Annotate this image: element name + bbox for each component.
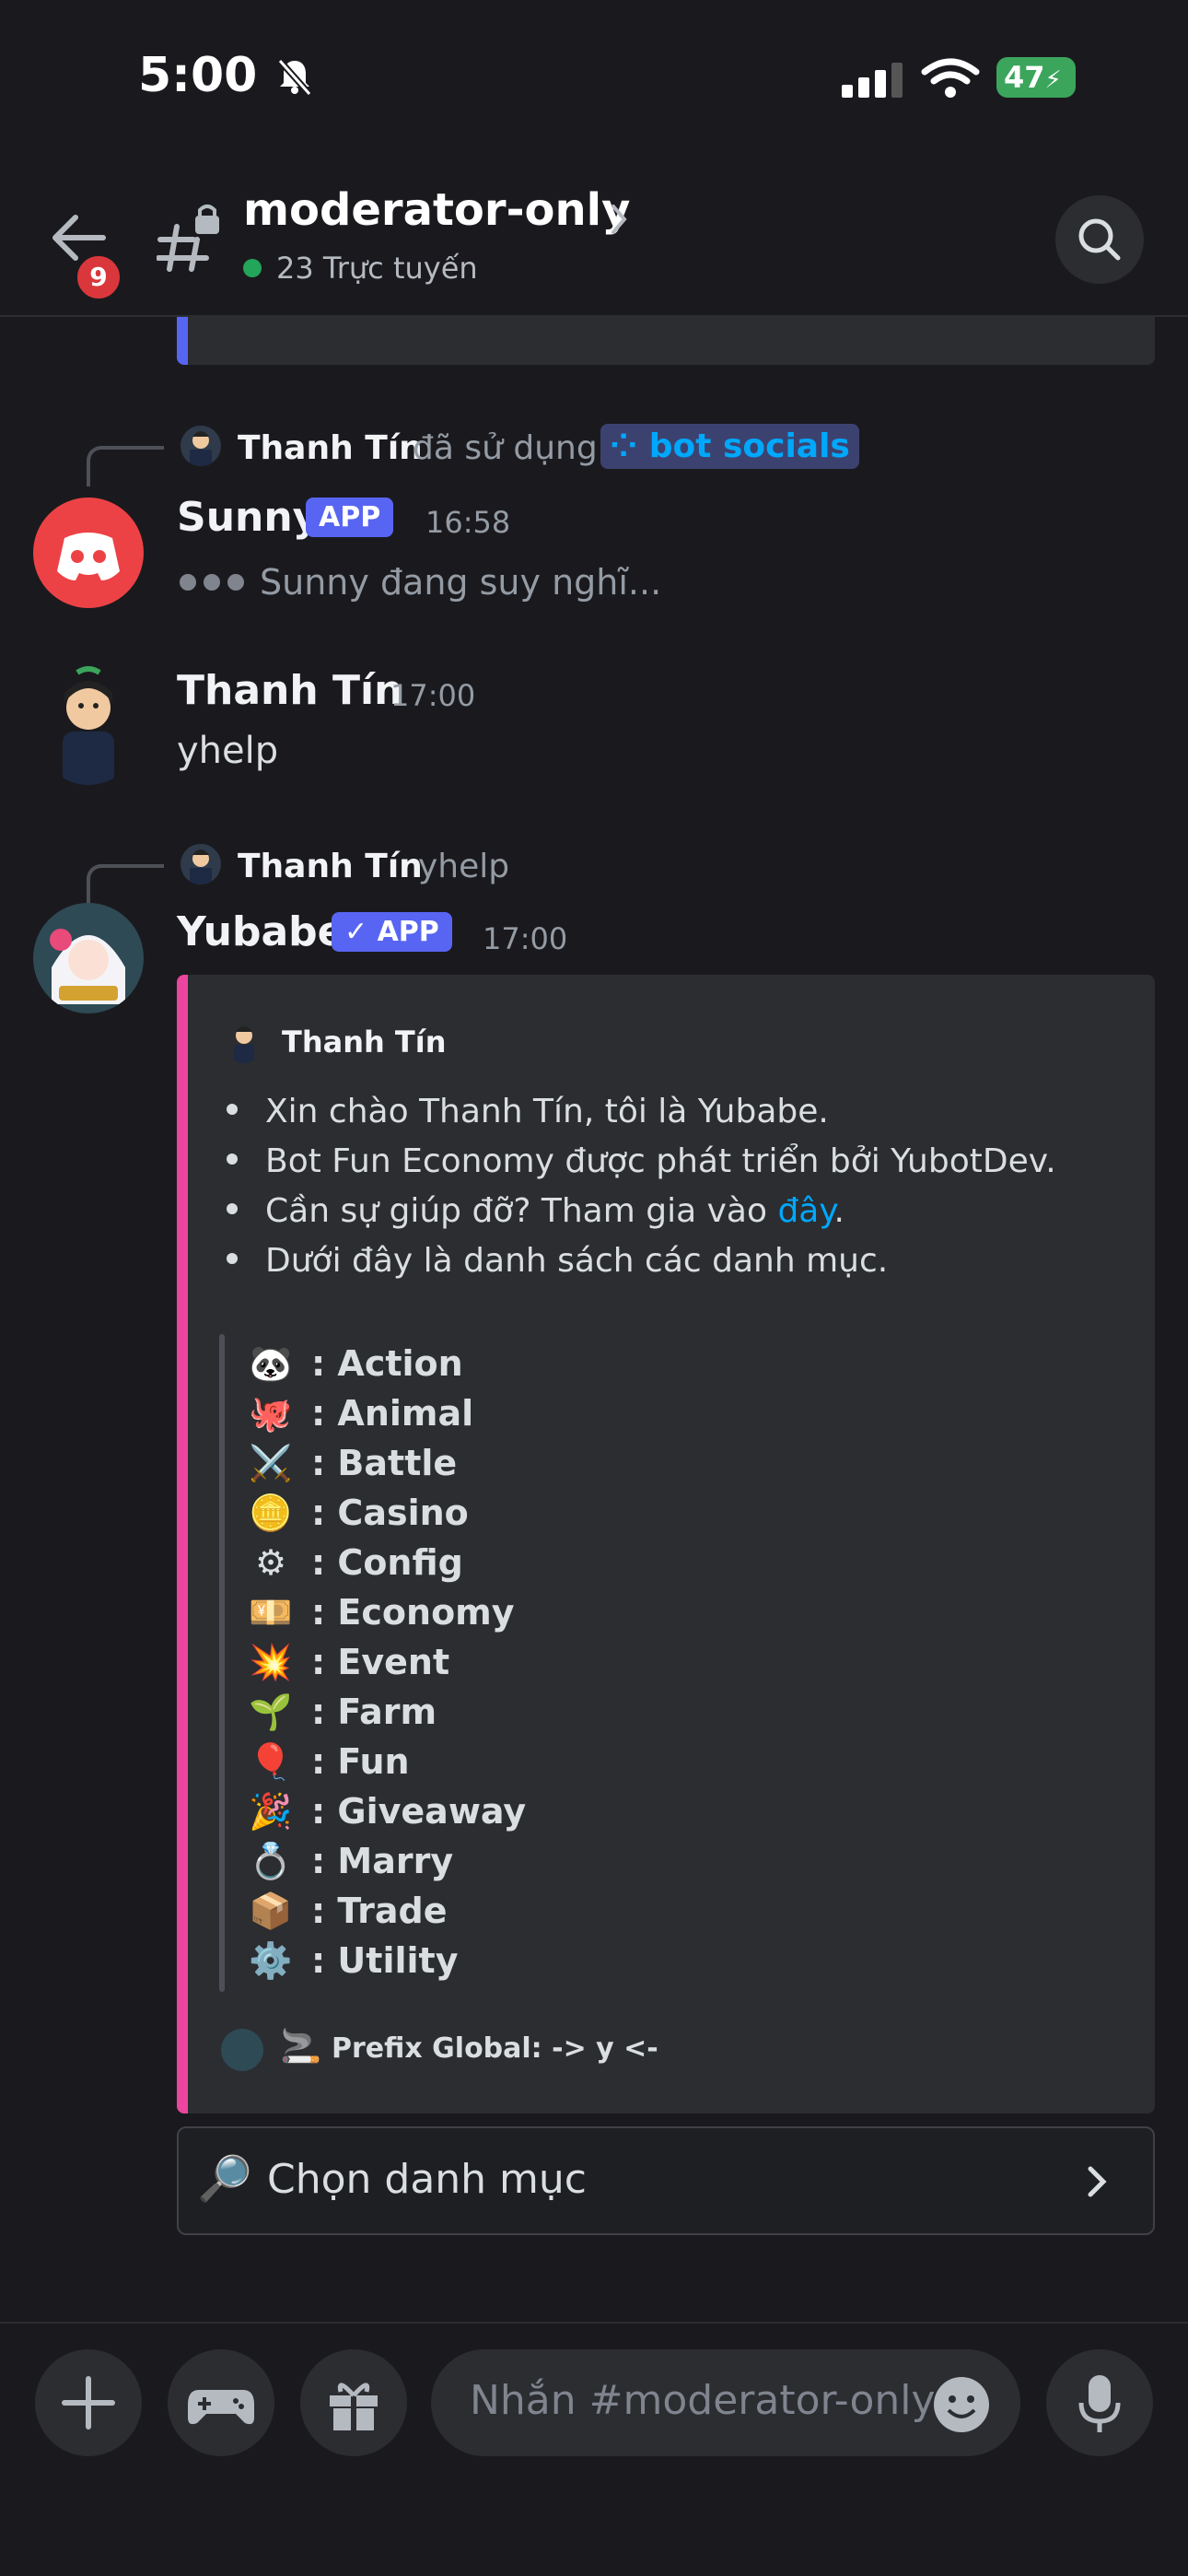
- gamepad-icon: [188, 2390, 254, 2425]
- app-tag: APP: [306, 498, 394, 537]
- composer-divider: [0, 2322, 1188, 2324]
- embed-bullet: Cần sự giúp đỡ? Tham gia vào đây.: [227, 1192, 844, 1230]
- command-icon: ⁘: [610, 427, 649, 465]
- typing-dots-icon: [180, 574, 244, 591]
- category-animal: 🐙: Animal: [247, 1393, 473, 1434]
- previous-embed-tail: [177, 317, 1155, 365]
- panda-icon: 🐼: [249, 1343, 293, 1384]
- yubabe-avatar[interactable]: [33, 903, 144, 1013]
- coin-icon: 🪙: [249, 1493, 293, 1533]
- balloon-icon: 🎈: [249, 1741, 293, 1782]
- gift-icon: [330, 2383, 378, 2430]
- cellular-signal-icon: [842, 63, 903, 98]
- wifi-icon: [921, 58, 980, 98]
- category-action: 🐼: Action: [247, 1343, 462, 1385]
- category-economy: 💴: Economy: [247, 1592, 514, 1633]
- reply-avatar[interactable]: [181, 844, 221, 884]
- gear-icon: ⚙️: [249, 1940, 293, 1981]
- yubabe-author[interactable]: Yubabe: [177, 908, 345, 955]
- reply-text: yhelp: [418, 848, 510, 885]
- gift-button[interactable]: [300, 2349, 407, 2456]
- thanh-message-text: yhelp: [177, 730, 279, 772]
- command-name: bot socials: [648, 427, 850, 465]
- package-icon: 📦: [249, 1891, 293, 1931]
- footer-bot-avatar: [221, 2029, 263, 2071]
- chevron-right-icon[interactable]: [608, 201, 630, 238]
- channel-name[interactable]: moderator-only: [243, 184, 630, 236]
- category-giveaway: 🎉: Giveaway: [247, 1791, 526, 1832]
- category-fun: 🎈: Fun: [247, 1741, 409, 1783]
- plus-icon: [62, 2376, 115, 2430]
- category-farm: 🌱: Farm: [247, 1692, 437, 1733]
- category-battle: ⚔️: Battle: [247, 1443, 457, 1484]
- category-utility: ⚙️: Utility: [247, 1940, 458, 1982]
- battery-level: 47: [1004, 60, 1045, 95]
- status-time: 5:00: [138, 48, 258, 103]
- voice-message-button[interactable]: [1046, 2349, 1153, 2456]
- support-link[interactable]: đây: [777, 1192, 833, 1230]
- locked-channel-icon: [157, 205, 219, 272]
- microphone-icon: [1078, 2375, 1121, 2432]
- sunny-avatar[interactable]: [33, 498, 144, 608]
- party-popper-icon: 🎉: [249, 1791, 293, 1832]
- silent-bell-icon: [277, 58, 312, 96]
- reply-username[interactable]: Thanh Tín: [238, 848, 423, 885]
- reply-action: đã sử dụng: [413, 429, 598, 467]
- message-input[interactable]: Nhắn #moderator-only: [431, 2349, 1020, 2456]
- swords-icon: ⚔️: [249, 1443, 293, 1483]
- loading-spinner-icon: ⚙: [254, 1542, 287, 1583]
- online-dot: [243, 259, 262, 277]
- unread-badge: 9: [74, 252, 123, 302]
- category-casino: 🪙: Casino: [247, 1493, 468, 1534]
- battery-indicator: 47⚡: [996, 57, 1076, 98]
- embed-author-avatar: [227, 1021, 262, 1063]
- sunny-author[interactable]: Sunny: [177, 494, 319, 541]
- smoking-icon: 🚬: [280, 2028, 321, 2066]
- explosion-icon: 💥: [249, 1642, 293, 1682]
- search-icon: [1078, 218, 1121, 261]
- embed-bullet: Dưới đây là danh sách các danh mục.: [227, 1242, 888, 1280]
- yubabe-timestamp: 17:00: [483, 921, 568, 956]
- online-count: 23 Trực tuyến: [276, 251, 478, 286]
- sunny-timestamp: 16:58: [425, 505, 511, 540]
- category-config: ⚙: Config: [247, 1542, 463, 1583]
- embed-bullet: Xin chào Thanh Tín, tôi là Yubabe.: [227, 1093, 829, 1130]
- thanh-avatar[interactable]: [33, 665, 144, 785]
- category-event: 💥: Event: [247, 1642, 449, 1683]
- plant-icon: 🌱: [249, 1692, 293, 1732]
- rings-icon: 💍: [249, 1841, 293, 1881]
- search-button[interactable]: [1055, 195, 1144, 284]
- thanh-timestamp: 17:00: [390, 678, 476, 713]
- blockquote-bar: [219, 1334, 225, 1992]
- reply-connector: [87, 864, 164, 905]
- category-trade: 📦: Trade: [247, 1891, 447, 1932]
- thanh-author[interactable]: Thanh Tín: [177, 667, 402, 714]
- embed-footer: Prefix Global: -> y <-: [332, 2032, 658, 2065]
- verified-app-tag: ✓ APP: [332, 912, 452, 952]
- command-pill[interactable]: ⁘ bot socials: [600, 424, 859, 469]
- category-marry: 💍: Marry: [247, 1841, 453, 1882]
- add-attachment-button[interactable]: [35, 2349, 142, 2456]
- chevron-right-icon: [1088, 2166, 1107, 2197]
- message-input-placeholder: Nhắn #moderator-only: [470, 2377, 936, 2424]
- discord-logo-icon: [57, 533, 120, 580]
- reply-username[interactable]: Thanh Tín: [238, 429, 423, 467]
- reply-avatar[interactable]: [181, 426, 221, 466]
- magnifier-icon: 🔎: [197, 2153, 252, 2205]
- embed-author-name: Thanh Tín: [282, 1025, 447, 1060]
- embed-bullet: Bot Fun Economy được phát triển bởi Yubo…: [227, 1142, 1056, 1180]
- emoji-icon[interactable]: [932, 2375, 991, 2434]
- money-icon: 💴: [249, 1592, 293, 1633]
- reply-connector: [87, 446, 164, 486]
- activities-button[interactable]: [168, 2349, 274, 2456]
- thinking-text: Sunny đang suy nghĩ...: [260, 562, 662, 603]
- select-menu-label: Chọn danh mục: [267, 2156, 587, 2203]
- octopus-icon: 🐙: [249, 1393, 293, 1434]
